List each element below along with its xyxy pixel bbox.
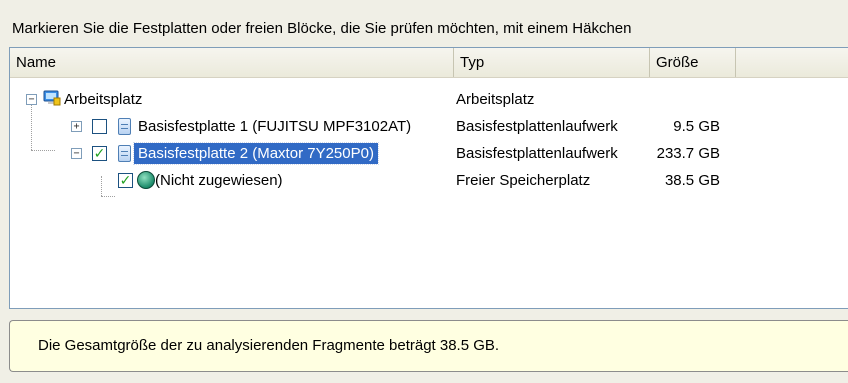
total-size-message: Die Gesamtgröße der zu analysierenden Fr… xyxy=(38,337,500,354)
tree-row-arbeitsplatz[interactable]: − Arbeitsplatz Arbeitsplatz xyxy=(10,86,848,113)
disk-tree-list[interactable]: Name Typ Größe − Arbeitsplatz Arbeitspla… xyxy=(9,47,848,309)
tree-item-label: (Nicht zugewiesen) xyxy=(155,172,283,189)
size-cell: 233.7 GB xyxy=(656,145,720,162)
tree-line xyxy=(101,196,115,197)
type-cell: Basisfestplattenlaufwerk xyxy=(456,118,618,135)
size-cell xyxy=(650,86,720,113)
tree-row-unallocated[interactable]: ✓ (Nicht zugewiesen) Freier Speicherplat… xyxy=(10,167,848,194)
column-header-filler xyxy=(736,48,848,77)
disk-2-checkbox[interactable]: ✓ xyxy=(92,145,107,161)
checkmark-icon: ✓ xyxy=(119,172,132,188)
computer-icon xyxy=(43,90,61,106)
size-cell: 38.5 GB xyxy=(664,172,720,189)
instruction-text: Markieren Sie die Festplatten oder freie… xyxy=(12,20,632,37)
tree-item-label-selected: Basisfestplatte 2 (Maxtor 7Y250P0) xyxy=(133,142,379,165)
type-cell: Freier Speicherplatz xyxy=(456,172,591,189)
column-header-name[interactable]: Name xyxy=(10,48,454,77)
size-cell: 9.5 GB xyxy=(673,118,720,135)
checkmark-icon: ✓ xyxy=(93,145,106,161)
collapse-toggle[interactable]: − xyxy=(71,148,82,159)
type-cell: Basisfestplattenlaufwerk xyxy=(456,145,618,162)
unallocated-space-icon xyxy=(137,171,155,189)
hard-disk-icon xyxy=(118,145,131,162)
column-header-size[interactable]: Größe xyxy=(650,48,736,77)
column-header-type[interactable]: Typ xyxy=(454,48,650,77)
tree-row-disk-2[interactable]: − ✓ Basisfestplatte 2 (Maxtor 7Y250P0) B… xyxy=(10,140,848,167)
tree-item-label: Arbeitsplatz xyxy=(64,91,143,108)
expand-toggle[interactable]: + xyxy=(71,121,82,132)
collapse-toggle[interactable]: − xyxy=(26,94,37,105)
tree-item-label: Basisfestplatte 1 (FUJITSU MPF3102AT) xyxy=(138,118,412,135)
unallocated-checkbox[interactable]: ✓ xyxy=(118,172,133,188)
info-panel: Die Gesamtgröße der zu analysierenden Fr… xyxy=(9,320,848,372)
list-header: Name Typ Größe xyxy=(10,48,848,78)
type-cell: Arbeitsplatz xyxy=(456,91,535,108)
tree-row-disk-1[interactable]: + Basisfestplatte 1 (FUJITSU MPF3102AT) … xyxy=(10,113,848,140)
disk-1-checkbox[interactable] xyxy=(92,119,107,134)
hard-disk-icon xyxy=(118,118,131,135)
